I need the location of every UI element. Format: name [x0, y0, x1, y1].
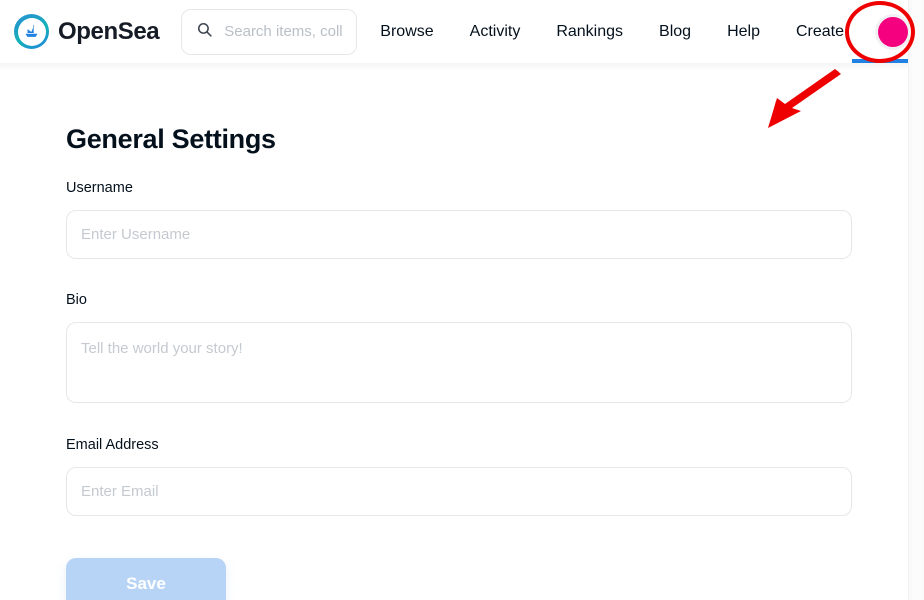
page-title: General Settings: [66, 124, 852, 155]
bio-label: Bio: [66, 292, 852, 308]
email-input[interactable]: [66, 467, 852, 516]
header-shadow: [0, 63, 908, 71]
search-input[interactable]: [224, 23, 342, 40]
nav-link-blog[interactable]: Blog: [659, 23, 691, 41]
nav-link-rankings[interactable]: Rankings: [556, 23, 623, 41]
spacer: [66, 259, 852, 292]
avatar: [878, 17, 908, 47]
nav-link-help[interactable]: Help: [727, 23, 760, 41]
scrollbar-thumb[interactable]: [912, 0, 922, 600]
save-button[interactable]: Save: [66, 558, 226, 600]
spacer: [66, 516, 852, 558]
account-avatar-button[interactable]: [878, 0, 908, 63]
field-bio: Bio: [66, 292, 852, 403]
brand-name: OpenSea: [58, 18, 159, 46]
nav-link-browse[interactable]: Browse: [380, 23, 433, 41]
settings-main: General Settings Username Bio Email Addr…: [0, 63, 908, 600]
search-box[interactable]: [181, 9, 357, 55]
general-settings-form: General Settings Username Bio Email Addr…: [66, 124, 852, 600]
search-icon: [196, 21, 213, 43]
email-label: Email Address: [66, 437, 852, 453]
site-header: OpenSea Browse Activity Rankings Blog He…: [0, 0, 908, 63]
page-scrollbar[interactable]: [908, 0, 924, 600]
username-label: Username: [66, 180, 852, 196]
field-username: Username: [66, 180, 852, 259]
main-navigation: Browse Activity Rankings Blog Help Creat…: [380, 23, 844, 41]
opensea-sailboat-logo-icon: [14, 14, 49, 49]
bio-textarea[interactable]: [66, 322, 852, 403]
field-email: Email Address: [66, 437, 852, 516]
username-input[interactable]: [66, 210, 852, 259]
nav-link-create[interactable]: Create: [796, 23, 844, 41]
brand-logo-link[interactable]: OpenSea: [14, 14, 159, 49]
spacer: [66, 403, 852, 437]
nav-link-activity[interactable]: Activity: [470, 23, 521, 41]
